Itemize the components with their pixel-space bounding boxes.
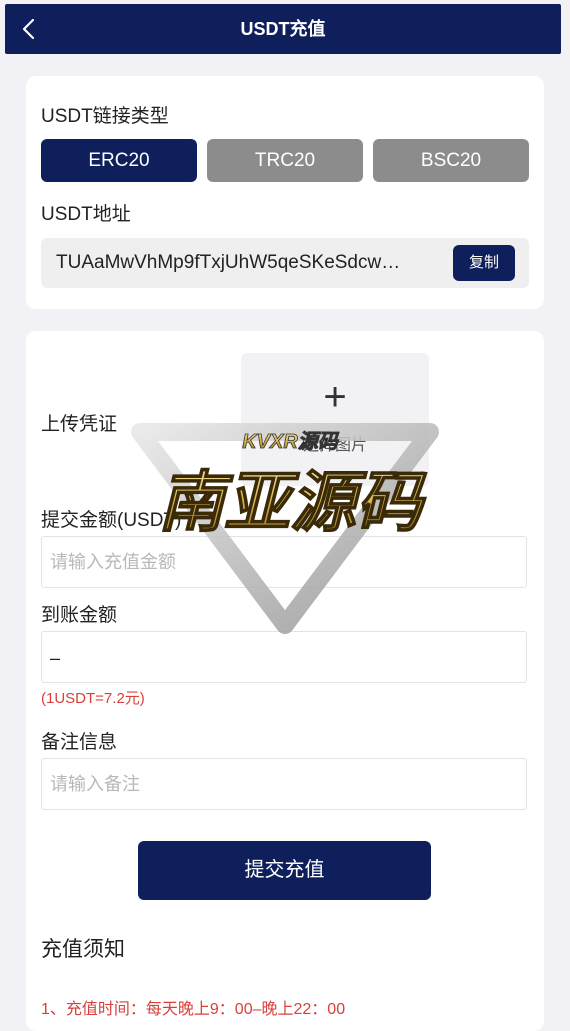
chain-option-trc20[interactable]: TRC20 (207, 139, 363, 182)
submit-recharge-button[interactable]: 提交充值 (138, 841, 431, 900)
received-label: 到账金额 (41, 605, 118, 626)
upload-image-button[interactable]: + 选择图片 (241, 353, 429, 486)
remark-input[interactable] (41, 758, 527, 810)
address-box: TUAaMwVhMp9fTxjUhW5qeSKeSdcw… 复制 (41, 238, 529, 288)
upload-label: 上传凭证 (41, 414, 118, 435)
remark-label: 备注信息 (41, 732, 118, 753)
address-value: TUAaMwVhMp9fTxjUhW5qeSKeSdcw… (56, 252, 401, 273)
upload-button-text: 选择图片 (302, 437, 367, 454)
chain-card: USDT链接类型 ERC20 TRC20 BSC20 USDT地址 TUAaMw… (26, 76, 544, 309)
exchange-rate-text: (1USDT=7.2元) (41, 690, 145, 707)
amount-label: 提交金额(USDT) (41, 510, 182, 531)
chain-option-erc20[interactable]: ERC20 (41, 139, 197, 182)
page-title: USDT充值 (240, 19, 326, 39)
recharge-form-card: 上传凭证 + 选择图片 提交金额(USDT) 到账金额 – (1USDT=7.2… (26, 331, 544, 1031)
received-amount-field: – (41, 631, 527, 683)
copy-button[interactable]: 复制 (453, 245, 515, 281)
notice-title: 充值须知 (41, 938, 125, 961)
plus-icon: + (323, 375, 347, 419)
amount-input[interactable] (41, 536, 527, 588)
address-label: USDT地址 (41, 204, 131, 225)
top-nav-bar: USDT充值 (5, 4, 561, 54)
chain-type-label: USDT链接类型 (41, 106, 169, 127)
chain-option-bsc20[interactable]: BSC20 (373, 139, 529, 182)
notice-item: 1、充值时间：每天晚上9：00–晚上22：00 (41, 1001, 346, 1018)
